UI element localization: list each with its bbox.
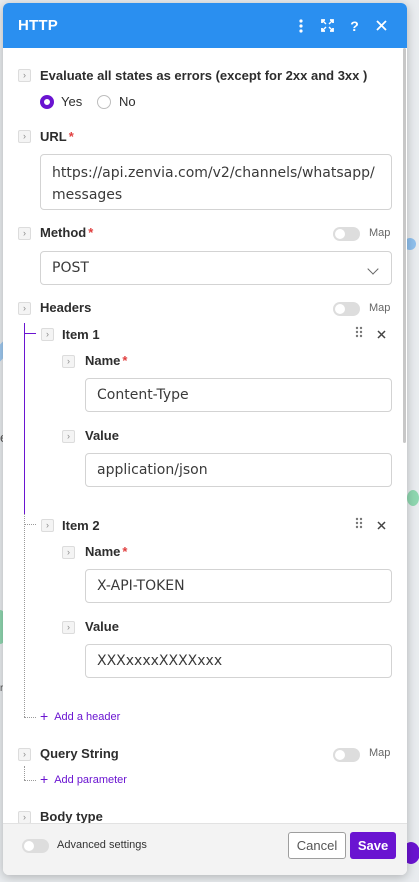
chevron-right-icon[interactable]: › [62,621,75,634]
query-string-map-toggle[interactable] [333,748,360,762]
panel-header: HTTP ? [3,3,407,48]
evaluate-label: Evaluate all states as errors (except fo… [40,68,368,83]
required-mark: * [68,129,74,144]
help-icon[interactable]: ? [341,12,368,39]
header-name-label: Name * [85,353,128,368]
chevron-right-icon[interactable]: › [18,69,31,82]
required-mark: * [122,544,128,559]
method-map-label: Map [369,227,391,239]
tree-branch [24,717,36,718]
radio-no[interactable] [97,95,111,109]
drag-handle-icon[interactable] [355,326,363,341]
chevron-right-icon[interactable]: › [18,748,31,761]
headers-map-toggle[interactable] [333,302,360,316]
header-value-label: Value [85,428,119,443]
header-value-input[interactable]: XXXxxxxXXXXxxx [85,644,392,678]
header-value-label: Value [85,619,119,634]
tree-line-active [24,323,25,514]
plus-icon: + [40,771,49,787]
chevron-right-icon[interactable]: › [18,130,31,143]
required-mark: * [88,225,94,240]
scrollbar[interactable] [403,48,406,443]
add-header-link[interactable]: + Add a header [40,708,120,724]
tree-branch [24,780,36,781]
body-type-label: Body type [40,809,103,823]
drag-handle-icon[interactable] [355,517,363,532]
panel-footer: Advanced settings Cancel Save [3,823,407,875]
remove-icon[interactable] [377,517,386,534]
tree-line [24,766,25,780]
bg-node-green-right [407,490,419,506]
chevron-right-icon[interactable]: › [41,519,54,532]
radio-no-label: No [119,94,136,109]
http-module-panel: HTTP ? › Evaluate all states as errors (… [3,3,407,875]
chevron-right-icon[interactable]: › [41,328,54,341]
cancel-button[interactable]: Cancel [288,832,346,859]
header-name-label: Name * [85,544,128,559]
method-select[interactable]: POST [40,251,392,285]
tree-line [24,514,25,717]
headers-map-label: Map [369,302,391,314]
required-mark: * [122,353,128,368]
radio-yes-label: Yes [61,94,83,109]
add-parameter-link[interactable]: + Add parameter [40,771,127,787]
kebab-icon[interactable] [287,12,314,39]
tree-branch-active [24,333,36,334]
url-label: URL * [40,129,74,144]
chevron-right-icon[interactable]: › [62,355,75,368]
query-string-map-label: Map [369,747,391,759]
advanced-settings-toggle[interactable] [22,839,49,853]
radio-yes[interactable] [40,95,54,109]
chevron-right-icon[interactable]: › [62,546,75,559]
tree-branch [24,524,36,525]
plus-icon: + [40,708,49,724]
method-select-value: POST [52,260,89,276]
remove-icon[interactable] [377,326,386,343]
headers-label: Headers [40,300,92,315]
header-item-title: Item 2 [62,518,100,533]
close-icon[interactable] [368,12,395,39]
header-name-input[interactable]: Content-Type [85,378,392,412]
header-item-title: Item 1 [62,327,100,342]
advanced-settings-label: Advanced settings [57,839,147,851]
url-input[interactable]: https://api.zenvia.com/v2/channels/whats… [40,154,392,210]
chevron-right-icon[interactable]: › [62,430,75,443]
chevron-right-icon[interactable]: › [18,302,31,315]
header-name-input[interactable]: X-API-TOKEN [85,569,392,603]
chevron-down-icon [367,263,379,275]
panel-body: › Evaluate all states as errors (except … [3,48,407,823]
chevron-right-icon[interactable]: › [18,227,31,240]
header-value-input[interactable]: application/json [85,453,392,487]
chevron-right-icon[interactable]: › [18,811,31,823]
expand-icon[interactable] [314,12,341,39]
save-button[interactable]: Save [350,832,396,859]
query-string-label: Query String [40,746,119,761]
panel-title: HTTP [18,17,58,34]
method-map-toggle[interactable] [333,227,360,241]
method-label: Method * [40,225,94,240]
